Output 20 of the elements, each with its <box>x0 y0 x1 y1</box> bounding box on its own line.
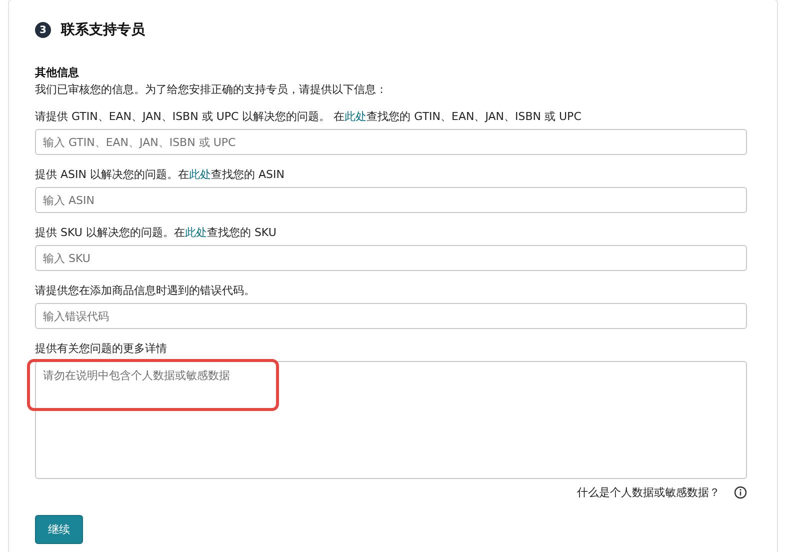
input-field[interactable]: 输入 ASIN <box>35 187 747 213</box>
here-link[interactable]: 此处 <box>188 168 211 181</box>
details-textarea[interactable]: 请勿在说明中包含个人数据或敏感数据 <box>35 361 747 479</box>
input-field[interactable]: 输入错误代码 <box>35 303 747 329</box>
continue-button[interactable]: 继续 <box>35 515 83 544</box>
step-title: 联系支持专员 <box>61 21 145 39</box>
field-label: 请提供您在添加商品信息时遇到的错误代码。 <box>35 284 256 298</box>
help-link[interactable]: 什么是个人数据或敏感数据？ <box>577 485 720 500</box>
field-label: 提供 SKU 以解决您的问题。在此处查找您的 SKU <box>35 226 278 240</box>
section-heading: 其他信息 <box>35 65 80 80</box>
here-link[interactable]: 此处 <box>184 226 207 239</box>
field-label: 请提供 GTIN、EAN、JAN、ISBN 或 UPC 以解决您的问题。 在此处查找您的 GTIN、EAN、JAN、ISBN 或 UPC <box>35 110 582 124</box>
info-icon[interactable] <box>734 486 747 499</box>
field-label: 提供有关您问题的更多详情 <box>35 342 168 356</box>
here-link[interactable]: 此处 <box>344 110 367 123</box>
field-label: 提供 ASIN 以解决您的问题。在此处查找您的 ASIN <box>35 168 286 182</box>
section-description: 我们已审核您的信息。为了给您安排正确的支持专员，请提供以下信息： <box>35 82 388 97</box>
step-number: 3 <box>35 22 51 38</box>
input-field[interactable]: 输入 SKU <box>35 245 747 271</box>
input-field[interactable]: 输入 GTIN、EAN、JAN、ISBN 或 UPC <box>35 129 747 155</box>
